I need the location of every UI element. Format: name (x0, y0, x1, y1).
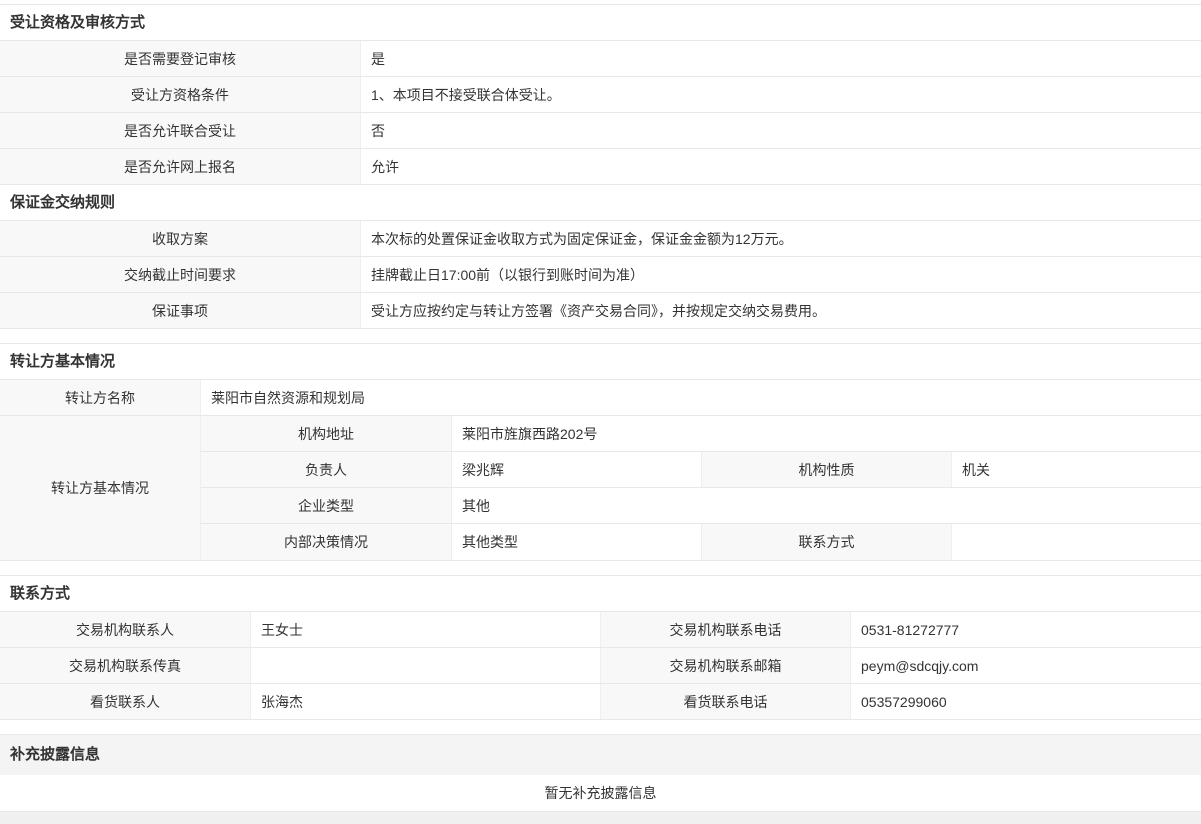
field-value: 挂牌截止日17:00前（以银行到账时间为准） (360, 257, 1201, 292)
field-value: 1、本项目不接受联合体受让。 (360, 77, 1201, 112)
field-value: 否 (360, 113, 1201, 148)
table-row: 是否需要登记审核 是 (0, 41, 1201, 77)
section-supplement: 补充披露信息 暂无补充披露信息 (0, 734, 1201, 812)
section-qualification-and-deposit: 受让资格及审核方式 是否需要登记审核 是 受让方资格条件 1、本项目不接受联合体… (0, 4, 1201, 329)
field-label: 内部决策情况 (201, 524, 451, 560)
field-value: 莱阳市自然资源和规划局 (200, 380, 1201, 415)
field-value (951, 524, 1201, 560)
field-label: 交纳截止时间要求 (0, 257, 360, 292)
field-value: 本次标的处置保证金收取方式为固定保证金，保证金金额为12万元。 (360, 221, 1201, 256)
field-value: 受让方应按约定与转让方签署《资产交易合同》，并按规定交纳交易费用。 (360, 293, 1201, 328)
field-value: 允许 (360, 149, 1201, 184)
field-value: 机关 (951, 452, 1201, 487)
field-label: 机构性质 (701, 452, 951, 487)
table-row: 看货联系人 张海杰 看货联系电话 05357299060 (0, 684, 1201, 720)
field-value: 05357299060 (850, 684, 1201, 719)
section-title-supplement: 补充披露信息 (0, 735, 1201, 775)
field-value (250, 648, 600, 683)
field-value: 莱阳市旌旗西路202号 (451, 416, 1201, 451)
field-label: 企业类型 (201, 488, 451, 523)
table-row: 转让方名称 莱阳市自然资源和规划局 (0, 380, 1201, 416)
field-label: 负责人 (201, 452, 451, 487)
field-label: 受让方资格条件 (0, 77, 360, 112)
section-title-deposit: 保证金交纳规则 (0, 185, 1201, 221)
section-title-contact: 联系方式 (0, 576, 1201, 612)
field-label: 看货联系人 (0, 684, 250, 719)
section-title-transferor: 转让方基本情况 (0, 344, 1201, 380)
field-value: 张海杰 (250, 684, 600, 719)
field-label: 交易机构联系传真 (0, 648, 250, 683)
supplement-empty-message: 暂无补充披露信息 (0, 775, 1201, 812)
field-value: 王女士 (250, 612, 600, 647)
field-label: 机构地址 (201, 416, 451, 451)
field-value: 是 (360, 41, 1201, 76)
table-row: 交纳截止时间要求 挂牌截止日17:00前（以银行到账时间为准） (0, 257, 1201, 293)
field-label: 交易机构联系人 (0, 612, 250, 647)
field-value: 梁兆辉 (451, 452, 701, 487)
group-label: 转让方基本情况 (0, 416, 200, 560)
field-value: 其他 (451, 488, 1201, 523)
field-value: 其他类型 (451, 524, 701, 560)
field-label: 收取方案 (0, 221, 360, 256)
field-label: 联系方式 (701, 524, 951, 560)
table-row: 内部决策情况 其他类型 联系方式 (201, 524, 1201, 560)
transferor-group-row: 转让方基本情况 机构地址 莱阳市旌旗西路202号 负责人 梁兆辉 机构性质 机关… (0, 416, 1201, 561)
table-row: 是否允许网上报名 允许 (0, 149, 1201, 185)
table-row: 机构地址 莱阳市旌旗西路202号 (201, 416, 1201, 452)
table-row: 是否允许联合受让 否 (0, 113, 1201, 149)
field-value: peym@sdcqjy.com (850, 648, 1201, 683)
section-title-qualification: 受让资格及审核方式 (0, 5, 1201, 41)
field-value: 0531-81272777 (850, 612, 1201, 647)
field-label: 转让方名称 (0, 380, 200, 415)
field-label: 保证事项 (0, 293, 360, 328)
field-label: 是否允许联合受让 (0, 113, 360, 148)
transferor-sub-rows: 机构地址 莱阳市旌旗西路202号 负责人 梁兆辉 机构性质 机关 企业类型 其他 (200, 416, 1201, 560)
field-label: 交易机构联系电话 (600, 612, 850, 647)
table-row: 交易机构联系传真 交易机构联系邮箱 peym@sdcqjy.com (0, 648, 1201, 684)
table-row: 负责人 梁兆辉 机构性质 机关 (201, 452, 1201, 488)
disclosure-page: 受让资格及审核方式 是否需要登记审核 是 受让方资格条件 1、本项目不接受联合体… (0, 0, 1201, 824)
table-row: 受让方资格条件 1、本项目不接受联合体受让。 (0, 77, 1201, 113)
section-transferor: 转让方基本情况 转让方名称 莱阳市自然资源和规划局 转让方基本情况 机构地址 莱… (0, 343, 1201, 561)
field-label: 是否允许网上报名 (0, 149, 360, 184)
table-row: 交易机构联系人 王女士 交易机构联系电话 0531-81272777 (0, 612, 1201, 648)
section-contact: 联系方式 交易机构联系人 王女士 交易机构联系电话 0531-81272777 … (0, 575, 1201, 720)
table-row: 保证事项 受让方应按约定与转让方签署《资产交易合同》，并按规定交纳交易费用。 (0, 293, 1201, 329)
field-label: 交易机构联系邮箱 (600, 648, 850, 683)
table-row: 企业类型 其他 (201, 488, 1201, 524)
field-label: 是否需要登记审核 (0, 41, 360, 76)
field-label: 看货联系电话 (600, 684, 850, 719)
disclosure-content: 受让资格及审核方式 是否需要登记审核 是 受让方资格条件 1、本项目不接受联合体… (0, 0, 1201, 812)
table-row: 收取方案 本次标的处置保证金收取方式为固定保证金，保证金金额为12万元。 (0, 221, 1201, 257)
